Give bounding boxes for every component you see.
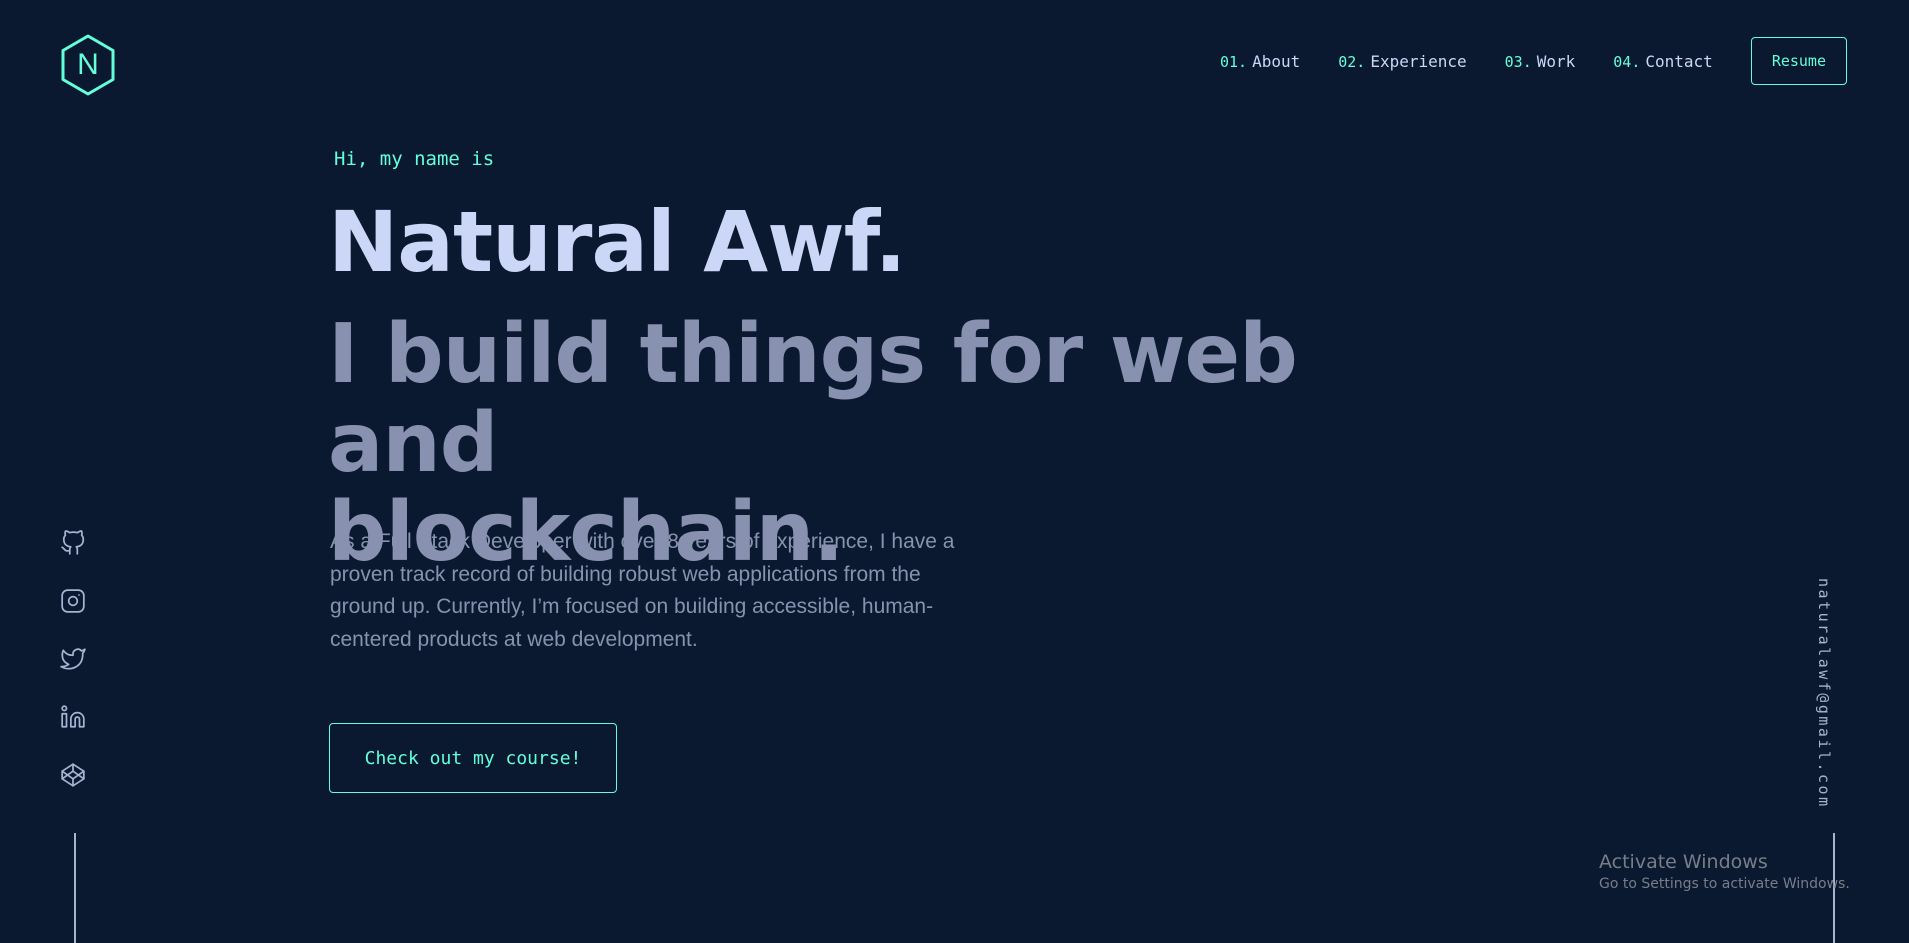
twitter-icon[interactable]: [60, 646, 86, 672]
nav-item-experience[interactable]: 02. Experience: [1338, 52, 1466, 71]
course-button[interactable]: Check out my course!: [329, 723, 617, 793]
logo-letter: N: [77, 48, 99, 81]
nav-label: Work: [1536, 51, 1576, 71]
codepen-icon[interactable]: [60, 762, 86, 788]
hero-name: Natural Awf.: [328, 193, 907, 291]
hero-intro: Hi, my name is: [334, 148, 495, 170]
site-logo[interactable]: N: [60, 34, 116, 96]
linkedin-icon[interactable]: [60, 704, 86, 730]
activate-windows-watermark: Activate Windows Go to Settings to activ…: [1599, 850, 1850, 894]
nav-number: 03.: [1504, 52, 1532, 71]
nav-number: 04.: [1613, 52, 1641, 71]
main-nav: 01. About 02. Experience 03. Work 04. Contac…: [1220, 37, 1847, 85]
watermark-title: Activate Windows: [1599, 851, 1768, 873]
nav-label: Experience: [1370, 51, 1467, 71]
nav-item-contact[interactable]: 04. Contact: [1613, 52, 1713, 71]
watermark-subtitle: Go to Settings to activate Windows.: [1599, 876, 1850, 892]
github-icon[interactable]: [60, 530, 86, 556]
nav-number: 02.: [1338, 52, 1366, 71]
email-link[interactable]: naturalawf@gmail.com: [1815, 578, 1833, 809]
nav-item-about[interactable]: 01. About: [1220, 52, 1300, 71]
social-sidebar-line: [74, 833, 76, 943]
instagram-icon[interactable]: [60, 588, 86, 614]
email-sidebar: naturalawf@gmail.com: [1815, 578, 1845, 809]
nav-label: About: [1252, 51, 1301, 71]
hero-tagline-line1: I build things for web and: [328, 307, 1298, 491]
nav-item-work[interactable]: 03. Work: [1505, 52, 1576, 71]
social-sidebar: [60, 530, 90, 820]
page: N 01. About 02. Experience 03. Work 04. Cont…: [0, 0, 1909, 943]
resume-button[interactable]: Resume: [1750, 37, 1847, 85]
nav-label: Contact: [1645, 51, 1713, 71]
nav-number: 01.: [1219, 52, 1248, 71]
hero-description: As a Full Stack Developer with over 8 ye…: [330, 530, 955, 651]
